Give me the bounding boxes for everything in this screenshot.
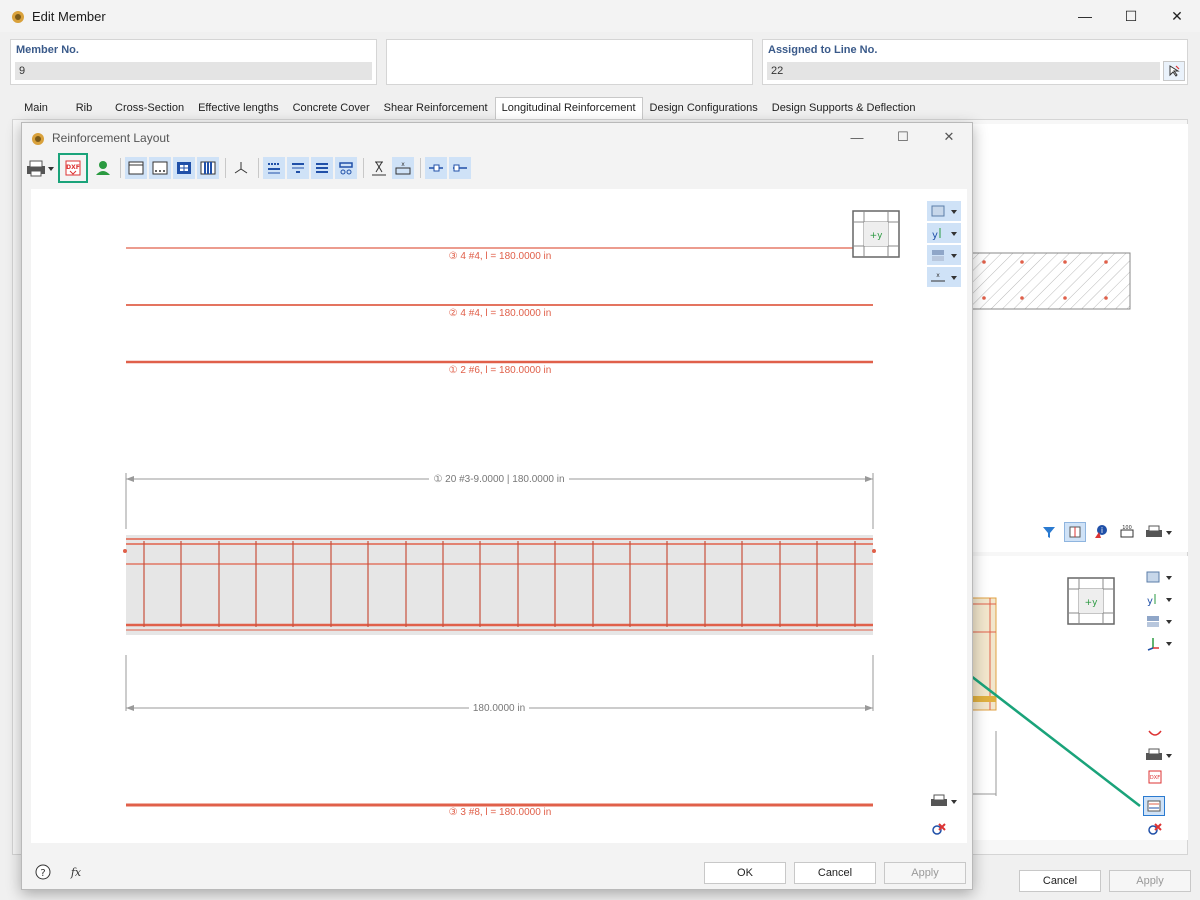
bar-1-label: ① 2 #6, l = 180.0000 in: [449, 365, 552, 376]
bottom-bars-icon: [314, 160, 330, 176]
dimension-button-1[interactable]: [368, 157, 390, 179]
view-button-1[interactable]: [125, 157, 147, 179]
print-button[interactable]: [24, 157, 56, 179]
middle-bars-icon: [290, 160, 306, 176]
toolbar-separator: [420, 158, 421, 178]
view-button-4[interactable]: [197, 157, 219, 179]
layer-button-2[interactable]: [287, 157, 309, 179]
help-icon: ?: [34, 863, 52, 881]
layout-view-icon: [152, 160, 168, 176]
bottom-bar-label: ③ 3 #8, l = 180.0000 in: [449, 807, 552, 818]
dimension-button-2[interactable]: x: [392, 157, 414, 179]
vertical-dimension-icon: [370, 159, 388, 177]
layer-button-1[interactable]: [263, 157, 285, 179]
dialog-app-icon: [30, 130, 46, 146]
view-button-2[interactable]: [149, 157, 171, 179]
bar-3-label: ③ 4 #4, l = 180.0000 in: [449, 251, 552, 262]
svg-text:DXF: DXF: [66, 164, 80, 171]
help-button[interactable]: ?: [31, 861, 55, 883]
svg-text:+y: +y: [870, 231, 884, 241]
svg-text:y: y: [932, 230, 938, 241]
canvas-axis-yt-dropdown-icon[interactable]: y: [927, 223, 961, 243]
beam-elevation[interactable]: [126, 535, 873, 635]
axes-icon: [233, 160, 249, 176]
dialog-ok-button[interactable]: OK: [704, 862, 786, 884]
view-cube[interactable]: +y: [853, 211, 899, 257]
layer-button-3[interactable]: [311, 157, 333, 179]
dialog-cancel-button[interactable]: Cancel: [794, 862, 876, 884]
dialog-toolbar: DXF: [24, 153, 970, 183]
bar-mark-button-1[interactable]: [425, 157, 447, 179]
drawing-canvas[interactable]: ③ 4 #4, l = 180.0000 in ② 4 #4, l = 180.…: [31, 189, 967, 843]
canvas-print-dropdown-icon[interactable]: [927, 791, 961, 811]
dialog-minimize-button[interactable]: —: [834, 123, 880, 151]
dxf-export-button[interactable]: DXF: [62, 157, 84, 179]
bar-2-label: ② 4 #4, l = 180.0000 in: [449, 308, 552, 319]
formula-icon: fx: [67, 863, 85, 881]
svg-text:?: ?: [40, 868, 45, 879]
cross-view-icon: [176, 160, 192, 176]
user-icon-button[interactable]: [92, 157, 114, 179]
top-bars-icon: [266, 160, 282, 176]
svg-text:x: x: [936, 272, 940, 279]
layer-button-4[interactable]: [335, 157, 357, 179]
reinforcement-layout-dialog: Reinforcement Layout — ☐ ✕ DXF: [21, 122, 973, 890]
canvas-view-cube-dropdown-icon[interactable]: [927, 201, 961, 221]
dialog-titlebar: Reinforcement Layout — ☐ ✕: [22, 123, 972, 153]
dialog-maximize-button[interactable]: ☐: [880, 123, 926, 151]
toolbar-separator: [258, 158, 259, 178]
canvas-layers-dropdown-icon[interactable]: [927, 245, 961, 265]
length-dim-label: 180.0000 in: [473, 703, 525, 714]
bar-mark-icon: [427, 159, 445, 177]
toolbar-separator: [225, 158, 226, 178]
person-icon: [94, 159, 112, 177]
bar-mark-button-2[interactable]: [449, 157, 471, 179]
bar-end-icon: [451, 159, 469, 177]
reinforcement-drawing: ③ 4 #4, l = 180.0000 in ② 4 #4, l = 180.…: [31, 189, 967, 843]
canvas-delete-icon[interactable]: [928, 819, 950, 839]
horizontal-dimension-icon: x: [394, 159, 412, 177]
dialog-close-button[interactable]: ✕: [926, 123, 972, 151]
svg-text:fx: fx: [70, 866, 82, 879]
stirrup-view-icon: [200, 160, 216, 176]
dialog-title: Reinforcement Layout: [52, 131, 169, 145]
toolbar-separator: [120, 158, 121, 178]
dialog-apply-button[interactable]: Apply: [884, 862, 966, 884]
svg-text:x: x: [401, 161, 405, 168]
print-icon: [25, 159, 55, 177]
formula-button[interactable]: fx: [64, 861, 88, 883]
dxf-icon: DXF: [64, 159, 82, 177]
section-view-icon: [128, 160, 144, 176]
loop-bars-icon: [338, 160, 354, 176]
stirrup-dim-label: ① 20 #3-9.0000 | 180.0000 in: [433, 474, 564, 485]
toolbar-separator: [363, 158, 364, 178]
view-button-3[interactable]: [173, 157, 195, 179]
axes-button[interactable]: [230, 157, 252, 179]
canvas-dimension-dropdown-icon[interactable]: x: [927, 267, 961, 287]
